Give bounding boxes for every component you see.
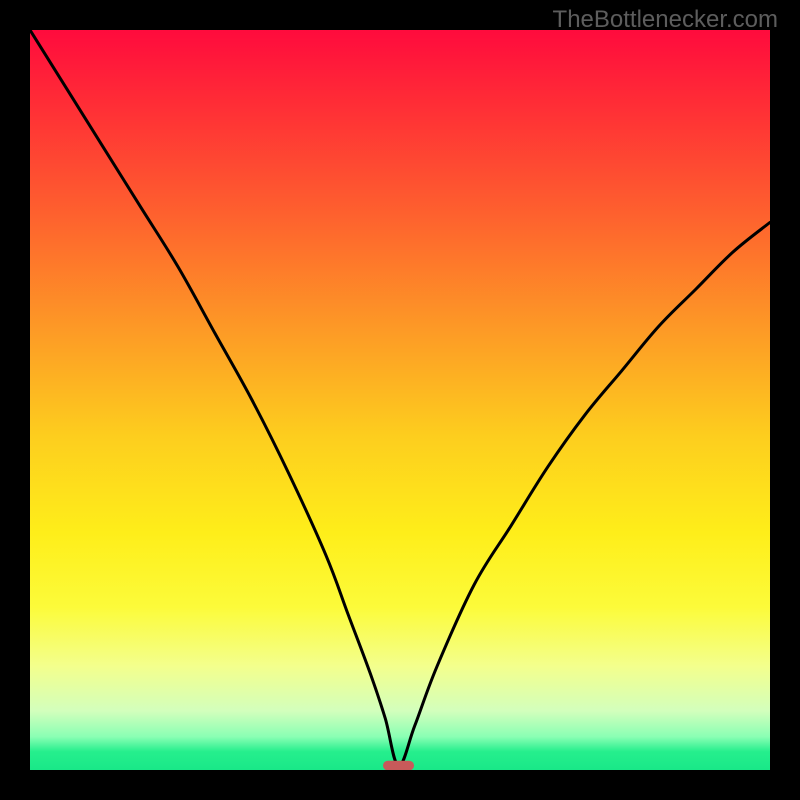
watermark-text: TheBottlenecker.com: [553, 6, 778, 34]
plot-background: [30, 30, 770, 770]
chart-frame: TheBottlenecker.com: [0, 0, 800, 800]
minimum-marker: [383, 761, 414, 770]
bottleneck-plot: [30, 30, 770, 770]
